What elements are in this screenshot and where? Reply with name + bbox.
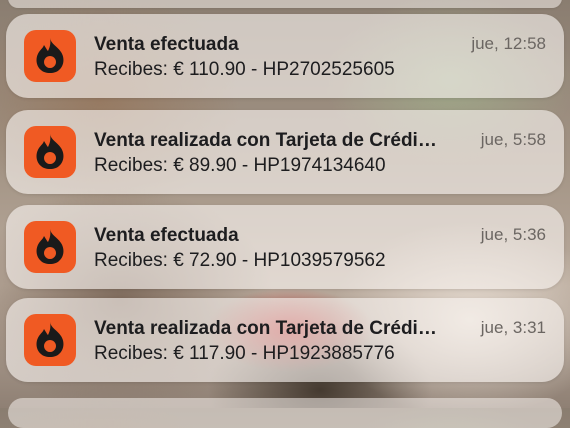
fire-icon [24, 30, 76, 82]
notification-body: Recibes: € 89.90 - HP1974134640 [94, 155, 386, 176]
notification-card[interactable]: Venta efectuada Recibes: € 72.90 - HP103… [6, 205, 564, 289]
notification-time: jue, 12:58 [471, 34, 546, 53]
notification-title: Venta realizada con Tarjeta de Crédi… [94, 130, 437, 151]
notification-time: jue, 3:31 [480, 318, 546, 337]
notification-title: Venta efectuada [94, 225, 239, 246]
notification-partial-top[interactable] [8, 0, 562, 8]
notification-partial-bottom[interactable] [8, 398, 562, 428]
fire-icon [24, 221, 76, 273]
notification-body: Recibes: € 110.90 - HP2702525605 [94, 59, 395, 80]
notification-time: jue, 5:36 [480, 225, 546, 244]
fire-icon [24, 126, 76, 178]
notification-body: Recibes: € 117.90 - HP1923885776 [94, 343, 395, 364]
notification-title: Venta efectuada [94, 34, 239, 55]
notification-card[interactable]: Venta realizada con Tarjeta de Crédi… Re… [6, 110, 564, 194]
notification-title: Venta realizada con Tarjeta de Crédi… [94, 318, 437, 339]
notification-time: jue, 5:58 [480, 130, 546, 149]
notification-body: Recibes: € 72.90 - HP1039579562 [94, 250, 386, 271]
fire-icon [24, 314, 76, 366]
notification-card[interactable]: Venta efectuada Recibes: € 110.90 - HP27… [6, 14, 564, 98]
notification-card[interactable]: Venta realizada con Tarjeta de Crédi… Re… [6, 298, 564, 382]
